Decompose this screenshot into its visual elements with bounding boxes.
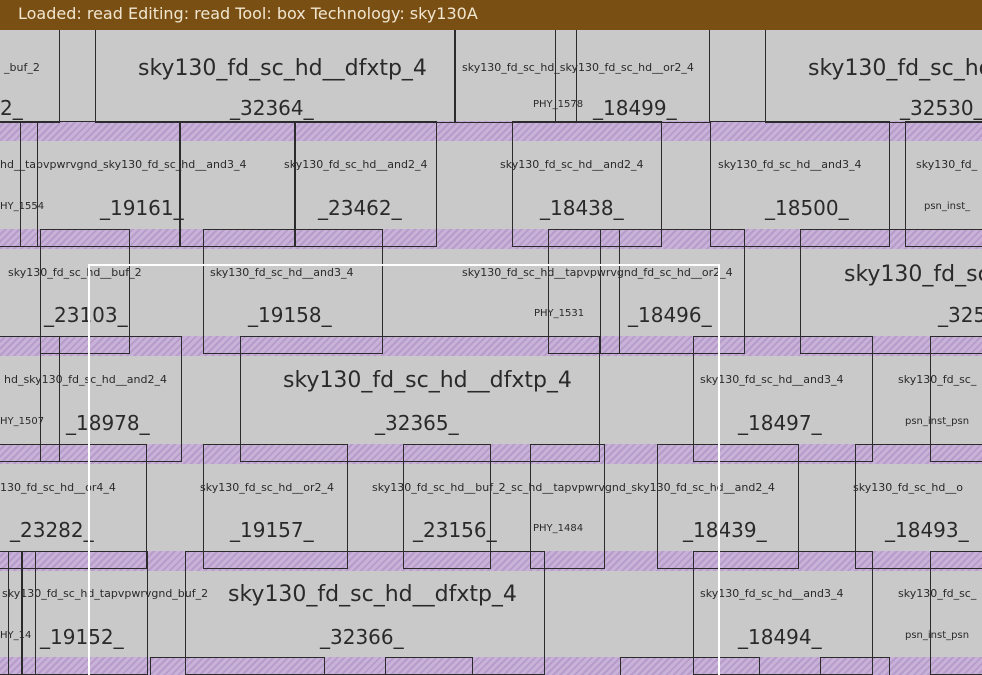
cell-type-label: sky130_fd_sc_hd__and2_4: [284, 158, 428, 171]
phy-label: PHY_1578: [533, 99, 584, 110]
cell-type-label: hd_sky130_fd_sc_hd__and2_4: [4, 373, 167, 386]
cell-tap[interactable]: [22, 551, 36, 675]
cell-type-label: sky130_fd_sc_hd: [808, 56, 982, 81]
instance-label: _32530_: [900, 96, 982, 120]
phy-label: HY_1507: [0, 416, 45, 427]
cell-tap[interactable]: [20, 121, 38, 247]
cell-type-label: 130_fd_sc_hd__or4_4: [0, 481, 116, 494]
instance-label: _18438_: [540, 196, 624, 220]
cell-partial[interactable]: [385, 657, 473, 675]
instance-label: _18439_: [683, 518, 767, 542]
cell-partial[interactable]: [150, 657, 325, 675]
cell-type-label: sky130_fd_sc_hd__dfxtp_4: [138, 56, 427, 81]
cell-type-label: sky130_fd_sc_hd__and2_4: [500, 158, 644, 171]
cell-psn-inst-ps-2[interactable]: [930, 551, 982, 675]
cell-type-label: sky130_fd_sc_hd__buf_2: [8, 266, 142, 279]
instance-label: _23103_: [44, 303, 128, 327]
instance-label: _23156_: [413, 518, 497, 542]
cell-type-label: sky130_fd_sc_hd__dfxtp_4: [283, 368, 572, 393]
cell-type-label: sky130_fd_: [916, 158, 978, 171]
instance-label: _18494_: [738, 625, 822, 649]
instance-label: _18500_: [765, 196, 849, 220]
cell-type-label: sky130_fd_sc_hd__dfxtp_4: [228, 582, 517, 607]
cell-type-label: sky130_fd_sc_hd_sky130_fd_sc_hd__or2_4: [462, 61, 694, 74]
phy-label: PHY_1484: [533, 523, 584, 534]
instance-label: _18493_: [885, 518, 969, 542]
layout-canvas[interactable]: _buf_2 sky130_fd_sc_hd__dfxtp_4 _32364_ …: [0, 30, 982, 675]
cell-partial[interactable]: [620, 657, 760, 675]
instance-label: _19158_: [248, 303, 332, 327]
cell-tap[interactable]: [8, 551, 22, 675]
cell-type-label: sky130_fd_sc_: [898, 587, 977, 600]
cell-partial[interactable]: [820, 657, 890, 675]
instance-label: _19152_: [40, 625, 124, 649]
instance-label: _23462_: [318, 196, 402, 220]
cell-type-label: sky130_fd_sc_hd__and3_4: [718, 158, 862, 171]
instance-label: _32364_: [230, 96, 314, 120]
phy-label: HY_14: [0, 630, 32, 641]
phy-label: HY_1554: [0, 201, 45, 212]
instance-label: _18978_: [66, 411, 150, 435]
instance-label: _23282_: [10, 518, 94, 542]
instance-label: 2_: [0, 96, 23, 120]
cell-type-label: sky130_fd_sc_hd__o: [853, 481, 964, 494]
phy-label: PHY_1531: [534, 308, 585, 319]
cell-type-label: sky130_fd_sc_hd__tapvpwrvgnd_fd_sc_hd__o…: [462, 266, 733, 279]
status-bar: Loaded: read Editing: read Tool: box Tec…: [0, 0, 982, 30]
instance-label: _32365_: [375, 411, 459, 435]
phy-label: psn_inst_: [924, 201, 971, 212]
instance-label: _325: [938, 303, 982, 327]
phy-label: psn_inst_psn: [905, 416, 970, 427]
instance-label: _18499_: [593, 96, 677, 120]
instance-label: _19157_: [230, 518, 314, 542]
cell-type-label: _buf_2: [4, 61, 40, 74]
cell-type-label: sky130_fd_sc: [844, 262, 982, 287]
cell-type-label: hd__tapvpwrvgnd_sky130_fd_sc_hd__and3_4: [0, 158, 247, 171]
instance-label: _18497_: [738, 411, 822, 435]
instance-label: _18496_: [628, 303, 712, 327]
cell-type-label: sky130_fd_sc_hd__or2_4: [200, 481, 335, 494]
cell-type-label: sky130_fd_sc_: [898, 373, 977, 386]
cell-type-label: sky130_fd_sc_hd__and3_4: [210, 266, 354, 279]
instance-label: _32366_: [320, 625, 404, 649]
instance-label: _19161_: [100, 196, 184, 220]
cell-tap-1531[interactable]: [600, 229, 620, 354]
cell-type-label: sky130_fd_sc_hd__and3_4: [700, 373, 844, 386]
cell-type-label: sky130_fd_sc_hd__buf_2_sc_hd__tapvpwrvgn…: [372, 481, 775, 494]
status-text: Loaded: read Editing: read Tool: box Tec…: [18, 4, 478, 23]
phy-label: psn_inst_psn: [905, 630, 970, 641]
cell-type-label: sky130_fd_sc_hd_tapvpwrvgnd_buf_2: [2, 587, 209, 600]
cell-type-label: sky130_fd_sc_hd__and3_4: [700, 587, 844, 600]
